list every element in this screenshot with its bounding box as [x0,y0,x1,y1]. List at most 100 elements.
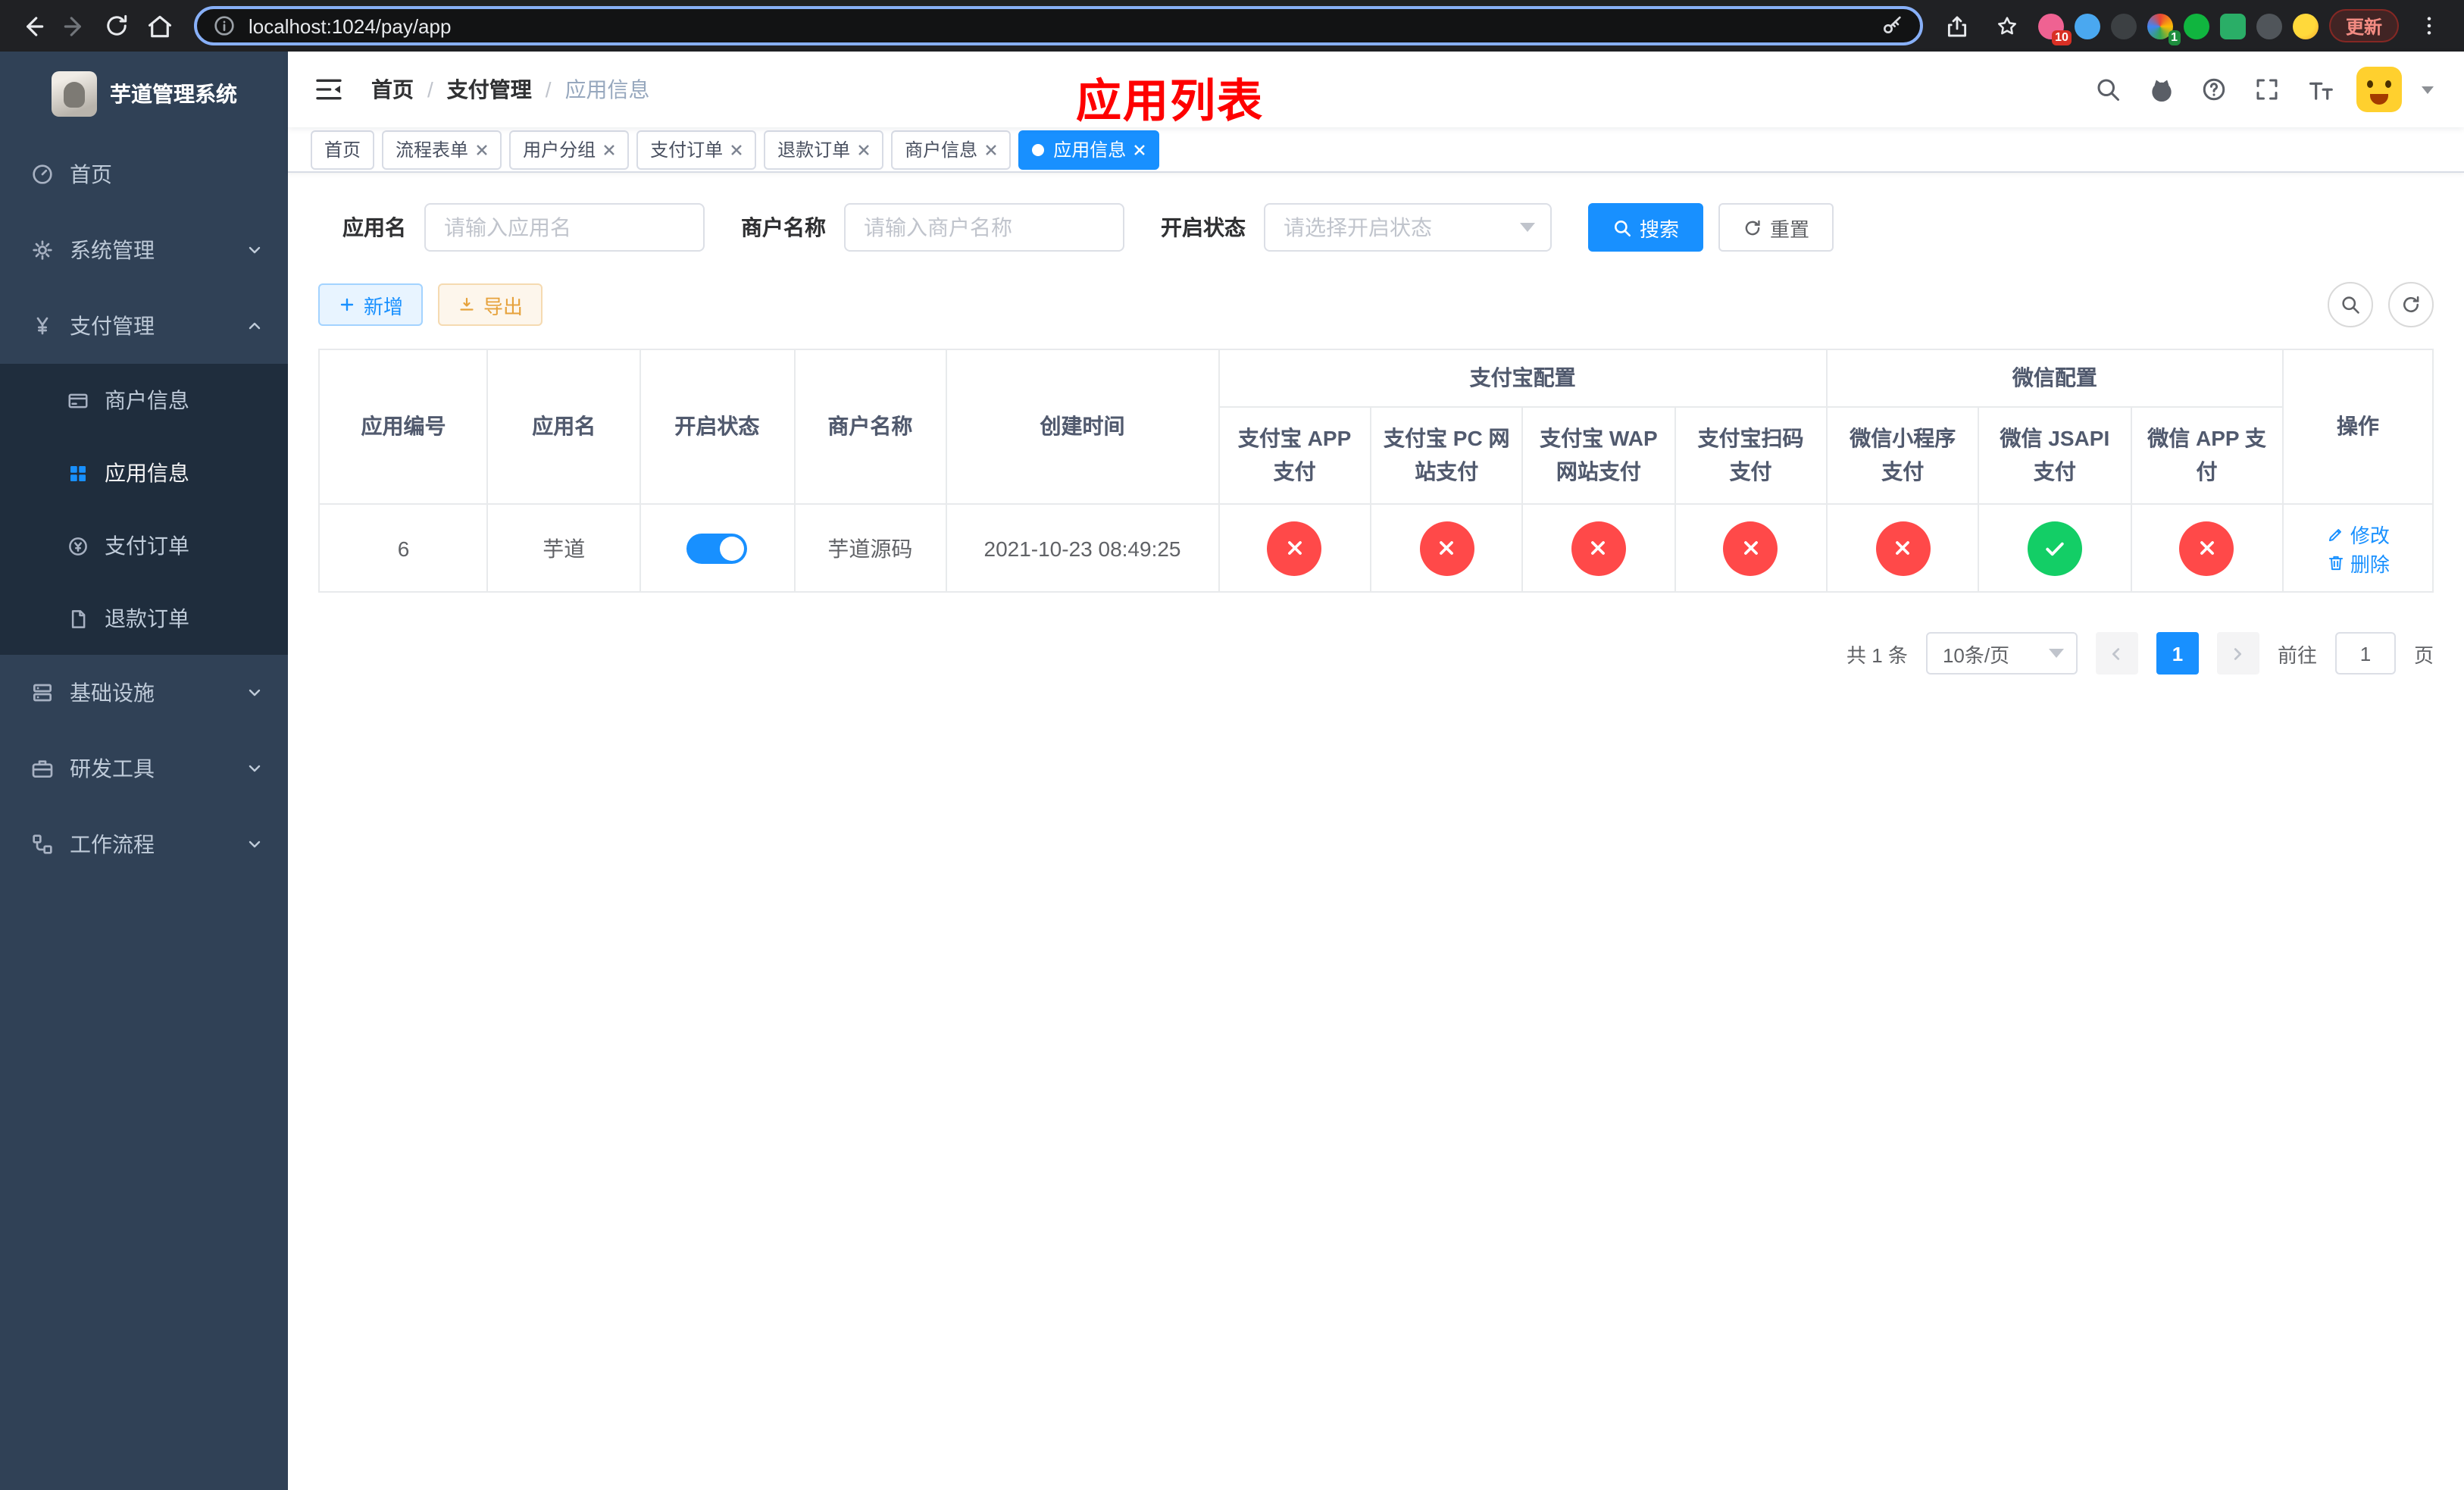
search-form: 应用名 商户名称 开启状态 请选择开启状态 搜索 重置 [342,203,2434,252]
tab-close-icon[interactable] [476,143,488,155]
sidebar-item-dev-tools[interactable]: 研发工具 [0,731,288,806]
prev-page-button[interactable] [2095,632,2138,675]
sidebar-item-app-info[interactable]: 应用信息 [0,437,288,509]
sidebar-item-label: 应用信息 [105,461,189,485]
browser-reload-button[interactable] [97,6,136,45]
tab-label: 商户信息 [905,139,978,161]
tab-close-icon[interactable] [1134,143,1146,155]
site-info-icon[interactable] [212,14,236,38]
tab-app-info[interactable]: 应用信息 [1018,130,1160,169]
tab-close-icon[interactable] [730,143,743,155]
app-name-input[interactable] [424,203,705,252]
status-toggle[interactable] [686,533,748,563]
breadcrumb-payment[interactable]: 支付管理 [447,74,532,105]
export-button[interactable]: 导出 [438,283,543,326]
sidebar-collapse-button[interactable] [311,71,347,108]
address-bar[interactable]: localhost:1024/pay/app [194,6,1923,45]
fullscreen-icon [2256,79,2278,100]
add-button[interactable]: 新增 [318,283,424,326]
tab-user-group[interactable]: 用户分组 [509,130,630,169]
url-text[interactable]: localhost:1024/pay/app [249,14,451,37]
sidebar-item-label: 退款订单 [105,606,189,631]
bookmark-button[interactable] [1988,6,2028,45]
sidebar-item-system[interactable]: 系统管理 [0,212,288,288]
yen-icon [36,317,48,335]
col-header-app-name: 应用名 [486,349,641,505]
sidebar-item-refund-order[interactable]: 退款订单 [0,582,288,655]
tab-close-icon[interactable] [985,143,997,155]
page-1-button[interactable]: 1 [2156,632,2199,675]
tab-home[interactable]: 首页 [311,130,375,169]
col-header-alipay-wap: 支付宝 WAP 网站支付 [1521,406,1676,505]
app-table: 应用编号 应用名 开启状态 商户名称 创建时间 支付宝配置 微信配置 操作 支付… [317,349,2434,593]
tab-pay-order[interactable]: 支付订单 [636,130,757,169]
sidebar-item-home[interactable]: 首页 [0,136,288,212]
pagination: 共 1 条 10条/页 1 前往 页 [318,632,2434,675]
col-header-alipay-qr: 支付宝扫码支付 [1674,406,1828,505]
status-select[interactable]: 请选择开启状态 [1264,203,1552,252]
chevron-down-icon [1520,223,1535,232]
tab-close-icon[interactable] [858,143,870,155]
sidebar-logo-row[interactable]: 芋道管理系统 [0,52,288,136]
avatar-caret-icon[interactable] [2422,86,2434,93]
extension-icon-3[interactable] [2110,13,2137,39]
browser-home-button[interactable] [139,6,179,45]
extension-icon-5[interactable] [2183,13,2209,39]
page-size-select[interactable]: 10条/页 [1925,632,2078,675]
extension-icon-2[interactable] [2074,13,2100,39]
user-avatar[interactable] [2356,67,2402,112]
header-search-button[interactable] [2091,73,2125,106]
refund-doc-icon [71,609,86,628]
grid-icon [70,465,86,480]
edit-button[interactable]: 修改 [2326,519,2390,548]
delete-button[interactable]: 删除 [2326,548,2390,577]
extension-icon-4[interactable]: 1 [2147,13,2181,45]
navbar-right [2091,67,2434,112]
extension-icon-8[interactable] [2292,13,2319,39]
breadcrumb-current: 应用信息 [564,77,650,102]
share-button[interactable] [1938,6,1978,45]
extension-icon-6[interactable] [2219,13,2246,39]
toggle-search-button[interactable] [2328,282,2373,327]
browser-menu-button[interactable] [2409,6,2449,45]
goto-page-input[interactable] [2334,632,2396,675]
help-button[interactable] [2197,73,2231,106]
alipay-wap-pay-status-icon [1571,521,1626,575]
merchant-name-input[interactable] [844,203,1124,252]
tab-process-form[interactable]: 流程表单 [382,130,502,169]
cell-app-name: 芋道 [486,503,641,593]
chrome-update-button[interactable]: 更新 [2328,9,2399,42]
browser-forward-button[interactable] [55,6,94,45]
add-button-label: 新增 [364,295,404,318]
wechat-mini-pay-status-icon [1875,521,1931,575]
sidebar-item-pay-order[interactable]: 支付订单 [0,509,288,582]
col-header-wechat-mini: 微信小程序支付 [1825,406,1980,505]
tab-label: 支付订单 [650,139,724,161]
refresh-table-button[interactable] [2388,282,2434,327]
sidebar-item-workflow[interactable]: 工作流程 [0,806,288,882]
wechat-app-pay-status-icon [2179,521,2234,575]
browser-back-button[interactable] [12,6,52,45]
pagination-total: 共 1 条 [1846,643,1908,666]
breadcrumb-home[interactable]: 首页 [371,74,414,105]
extension-icon-7[interactable] [2256,13,2282,39]
tab-close-icon[interactable] [603,143,615,155]
tab-refund-order[interactable]: 退款订单 [764,130,884,169]
question-icon [2203,78,2225,101]
sidebar-item-payment[interactable]: 支付管理 [0,288,288,364]
font-size-button[interactable] [2303,73,2337,106]
next-page-button[interactable] [2216,632,2259,675]
tab-merchant-info[interactable]: 商户信息 [891,130,1012,169]
reset-button[interactable]: 重置 [1718,203,1834,252]
reset-button-label: 重置 [1770,218,1810,240]
search-button[interactable]: 搜索 [1588,203,1704,252]
github-link[interactable] [2144,73,2178,106]
table-row: 6 芋道 芋道源码 2021-10-23 08:49:25 修改 删除 [317,503,2434,593]
password-key-icon[interactable] [1881,14,1905,38]
sidebar-item-merchant-info[interactable]: 商户信息 [0,364,288,437]
screen: localhost:1024/pay/app 10 1 更新 芋道管理系统 首页… [0,0,2464,1490]
sidebar-item-infrastructure[interactable]: 基础设施 [0,655,288,731]
col-header-status: 开启状态 [639,349,796,505]
extension-icon-1[interactable]: 10 [2037,13,2072,45]
fullscreen-button[interactable] [2250,73,2284,106]
